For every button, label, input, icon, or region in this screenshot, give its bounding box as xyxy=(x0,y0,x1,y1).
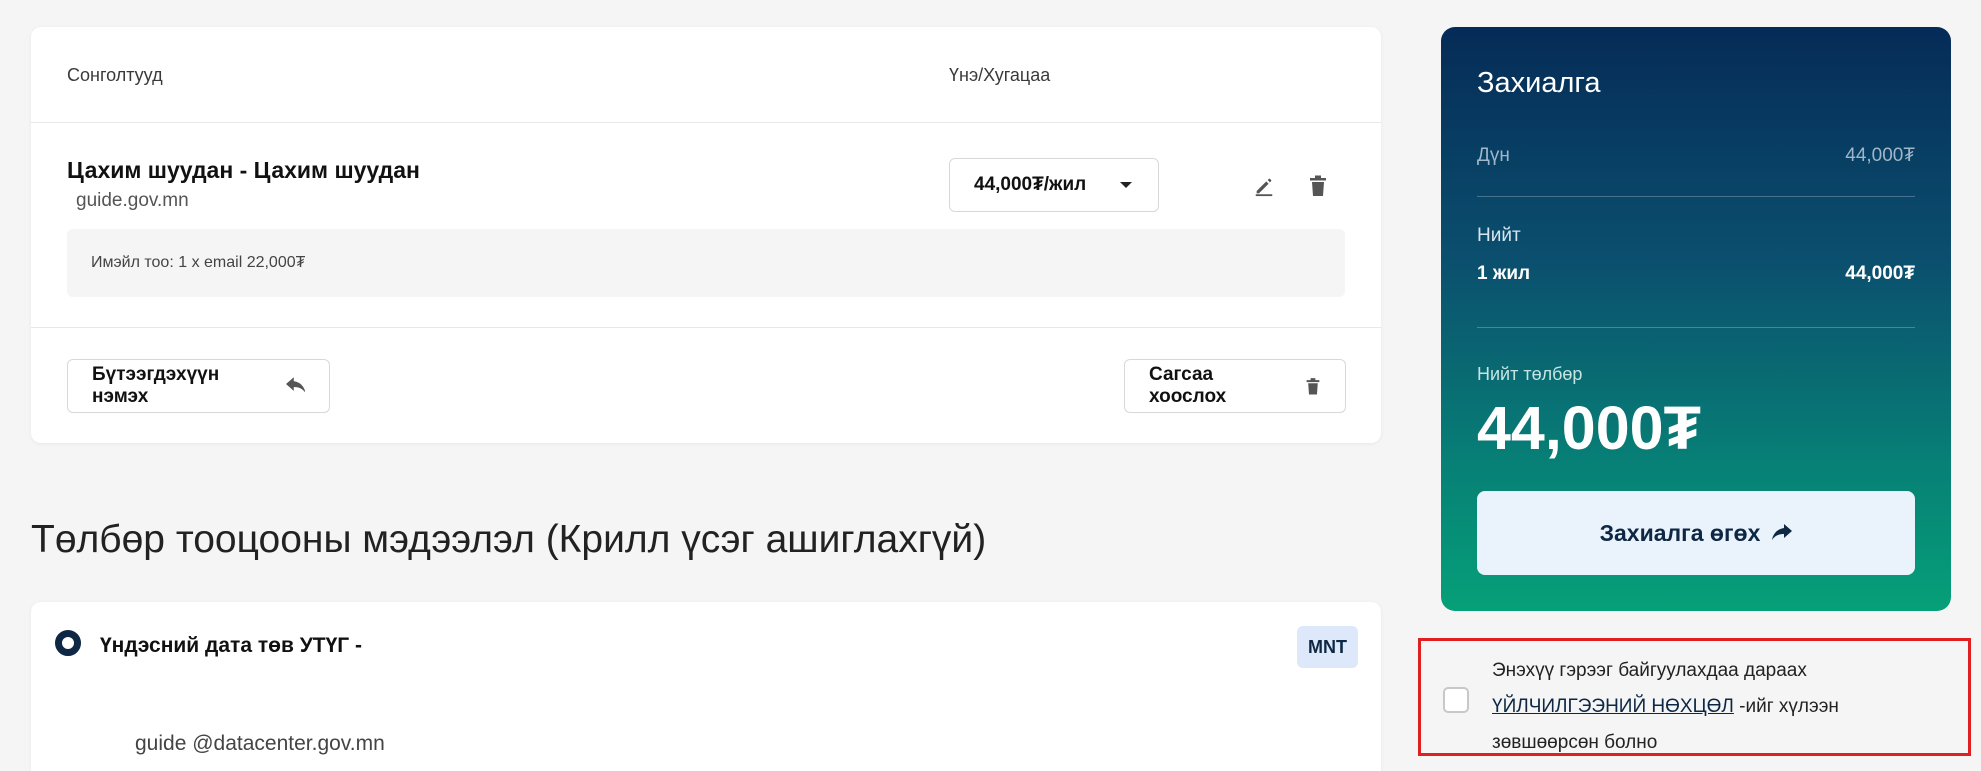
total-label: Нийт xyxy=(1477,225,1521,246)
divider xyxy=(31,327,1381,328)
submit-order-button[interactable]: Захиалга өгөх xyxy=(1477,491,1915,575)
terms-text: Энэхүү гэрээг байгуулахдаа дараах ҮЙЛЧИЛ… xyxy=(1492,653,1932,761)
subtotal-row: Дүн 44,000₮ xyxy=(1477,145,1915,167)
period-row: 1 жил 44,000₮ xyxy=(1477,263,1915,285)
terms-of-service-link[interactable]: ҮЙЛЧИЛГЭЭНИЙ НӨХЦӨЛ xyxy=(1492,696,1734,717)
email-count-text: Имэйл тоо: 1 x email 22,000₮ xyxy=(91,254,306,271)
order-title: Захиалга xyxy=(1477,67,1601,99)
trash-icon xyxy=(1306,377,1320,394)
clear-cart-label: Сагсаа хоослох xyxy=(1149,364,1227,407)
payer-name: Үндэсний дата төв УТҮГ - xyxy=(100,634,362,657)
price-period-value: 44,000₮/жил xyxy=(974,174,1087,195)
delete-item-button[interactable] xyxy=(1304,172,1332,200)
caret-down-icon xyxy=(1120,182,1132,188)
price-period-select[interactable]: 44,000₮/жил xyxy=(949,158,1159,212)
divider xyxy=(1477,327,1915,328)
edit-item-button[interactable] xyxy=(1250,172,1278,200)
column-header-price: Үнэ/Хугацаа xyxy=(949,65,1051,85)
order-summary-panel: Захиалга Дүн 44,000₮ Нийт 1 жил 44,000₮ … xyxy=(1441,27,1951,611)
cart-card: Сонголтууд Үнэ/Хугацаа Цахим шуудан - Ца… xyxy=(31,27,1381,443)
currency-badge: MNT xyxy=(1297,626,1358,668)
payer-radio[interactable] xyxy=(55,630,81,656)
cart-item-domain: guide.gov.mn xyxy=(76,190,189,211)
billing-card: Үндэсний дата төв УТҮГ - MNT guide @data… xyxy=(31,602,1381,771)
period-label: 1 жил xyxy=(1477,263,1531,284)
add-product-label: Бүтээгдэхүүн нэмэх xyxy=(92,364,220,407)
item-extra-info: Имэйл тоо: 1 x email 22,000₮ xyxy=(67,229,1345,297)
cart-item-title: Цахим шуудан - Цахим шуудан xyxy=(67,157,420,183)
billing-section-title: Төлбөр тооцооны мэдээлэл (Крилл үсэг аши… xyxy=(31,518,987,561)
add-product-button[interactable]: Бүтээгдэхүүн нэмэх xyxy=(67,359,330,413)
subtotal-label: Дүн xyxy=(1477,145,1510,166)
pencil-icon xyxy=(1255,178,1273,197)
subtotal-value: 44,000₮ xyxy=(1845,145,1915,166)
period-value: 44,000₮ xyxy=(1845,263,1915,284)
pay-total-value: 44,000₮ xyxy=(1477,394,1701,462)
reply-arrow-icon xyxy=(285,377,305,393)
divider xyxy=(1477,196,1915,197)
trash-icon xyxy=(1310,175,1326,196)
terms-text-before: Энэхүү гэрээг байгуулахдаа дараах xyxy=(1492,660,1807,681)
pay-total-label: Нийт төлбөр xyxy=(1477,364,1583,384)
terms-agreement-box: Энэхүү гэрээг байгуулахдаа дараах ҮЙЛЧИЛ… xyxy=(1418,638,1971,756)
terms-checkbox[interactable] xyxy=(1443,687,1469,713)
clear-cart-button[interactable]: Сагсаа хоослох xyxy=(1124,359,1346,413)
cart-header: Сонголтууд Үнэ/Хугацаа xyxy=(31,27,1381,123)
submit-order-label: Захиалга өгөх xyxy=(1599,519,1761,546)
column-header-options: Сонголтууд xyxy=(67,65,163,85)
payer-email: guide @datacenter.gov.mn xyxy=(135,732,385,755)
share-arrow-icon xyxy=(1772,524,1793,540)
